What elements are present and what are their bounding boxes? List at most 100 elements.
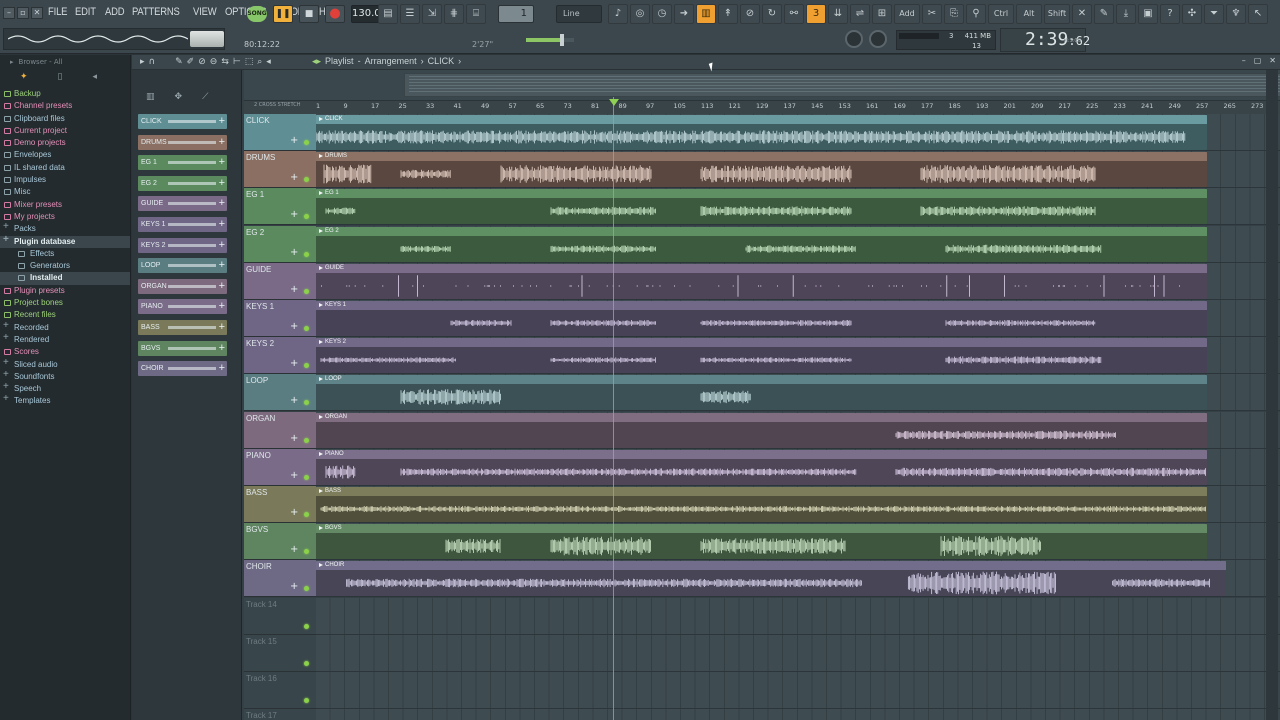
picker-add-icon[interactable]: + bbox=[219, 279, 225, 294]
tuner-icon[interactable]: ♆ bbox=[1226, 4, 1246, 24]
track-lane[interactable]: BASS bbox=[316, 486, 1280, 523]
menu-view[interactable]: VIEW bbox=[193, 6, 217, 18]
clip-title[interactable]: KEYS 2 bbox=[316, 338, 1207, 348]
wait-input-icon[interactable]: ◎ bbox=[630, 4, 650, 24]
countdown-icon[interactable]: ⊘ bbox=[740, 4, 760, 24]
playlist-arrow-icon[interactable]: ▸ bbox=[140, 57, 145, 67]
track-add-icon[interactable]: + bbox=[290, 544, 298, 555]
midi-icon[interactable]: ⇊ bbox=[828, 4, 848, 24]
track-mute-led[interactable] bbox=[304, 512, 309, 517]
alt-key-button[interactable]: Alt bbox=[1016, 4, 1042, 24]
audio-clip[interactable]: DRUMS bbox=[316, 152, 1207, 188]
breadcrumb-arrow-icon[interactable]: ◂▸ bbox=[312, 56, 321, 67]
audio-clip[interactable]: CLICK bbox=[316, 115, 1207, 150]
breadcrumb-arrangement[interactable]: Arrangement bbox=[365, 56, 417, 67]
save-icon[interactable]: ▣ bbox=[1138, 4, 1158, 24]
track-mute-led[interactable] bbox=[304, 586, 309, 592]
picker-clip-choir[interactable]: CHOIR + bbox=[138, 361, 227, 377]
track-add-icon[interactable]: + bbox=[290, 209, 298, 220]
browser-item-my-projects[interactable]: My projects bbox=[0, 211, 130, 223]
audio-clip[interactable]: LOOP bbox=[316, 375, 1207, 411]
browser-item-channel-presets[interactable]: Channel presets bbox=[0, 100, 130, 112]
browser-item-speech[interactable]: Speech bbox=[0, 381, 130, 395]
arrow-icon[interactable]: ↖ bbox=[1248, 4, 1268, 24]
picker-clip-piano[interactable]: PIANO + bbox=[138, 299, 227, 315]
browser-item-project-bones[interactable]: Project bones bbox=[0, 297, 130, 309]
track-lane[interactable]: CHOIR bbox=[316, 560, 1280, 598]
browser-item-impulses[interactable]: Impulses bbox=[0, 174, 130, 186]
picker-clip-loop[interactable]: LOOP + bbox=[138, 258, 227, 274]
picker-clip-eg-1[interactable]: EG 1 + bbox=[138, 155, 227, 171]
clipboard-icon[interactable]: ⎘ bbox=[944, 4, 964, 24]
picker-wand-icon[interactable]: ⟋ bbox=[202, 92, 208, 102]
picker-add-icon[interactable]: + bbox=[219, 217, 225, 232]
track-lane[interactable]: GUIDE bbox=[316, 262, 1280, 300]
picker-move-icon[interactable]: ✥ bbox=[175, 92, 183, 102]
browser-item-installed[interactable]: Installed bbox=[0, 272, 130, 285]
clip-title[interactable]: DRUMS bbox=[316, 152, 1207, 162]
track-lane[interactable]: CLICK bbox=[316, 114, 1280, 151]
track-mute-led[interactable] bbox=[304, 400, 309, 406]
playlist-close-icon[interactable]: ✕ bbox=[1269, 56, 1276, 65]
menu-patterns[interactable]: PATTERNS bbox=[132, 6, 180, 18]
clip-title[interactable]: EG 2 bbox=[316, 226, 1207, 236]
track-mute-led[interactable] bbox=[304, 698, 309, 703]
clip-title[interactable]: CLICK bbox=[316, 115, 1207, 124]
browser-item-sliced-audio[interactable]: Sliced audio bbox=[0, 357, 130, 371]
track-mute-led[interactable] bbox=[304, 437, 309, 443]
browser-file-icon[interactable]: ▯ bbox=[58, 72, 63, 82]
playlist-view-icon[interactable]: ▤ bbox=[378, 4, 398, 24]
browser-item-effects[interactable]: Effects bbox=[0, 248, 130, 260]
browser-item-recorded[interactable]: Recorded bbox=[0, 320, 130, 334]
browser-collapse-icon[interactable]: ◂ bbox=[93, 72, 98, 82]
browser-item-current-project[interactable]: Current project bbox=[0, 125, 130, 137]
track-mute-led[interactable] bbox=[304, 623, 309, 629]
picker-add-icon[interactable]: + bbox=[219, 135, 225, 150]
step-edit-icon[interactable]: ➜ bbox=[674, 4, 694, 24]
song-position-clock[interactable]: 2:39:62 M:S:CS bbox=[1000, 28, 1090, 52]
browser-item-clipboard-files[interactable]: Clipboard files bbox=[0, 113, 130, 125]
browser-arrow-icon[interactable]: ▸ bbox=[10, 55, 14, 69]
track-header[interactable]: EG 2 + bbox=[244, 225, 316, 263]
track-add-icon[interactable]: + bbox=[290, 433, 298, 444]
play-pause-button[interactable]: ❚❚ bbox=[273, 5, 293, 23]
browser-item-recent-files[interactable]: Recent files bbox=[0, 309, 130, 321]
funnel-icon[interactable]: ⏷ bbox=[1204, 4, 1224, 24]
clip-title[interactable]: BGVS bbox=[316, 524, 1207, 534]
mixer-view-icon[interactable]: ☰ bbox=[400, 4, 420, 24]
delete-tool-icon[interactable]: ⊘ bbox=[198, 57, 206, 67]
clip-title[interactable]: KEYS 1 bbox=[316, 301, 1207, 310]
pencil-tool-icon[interactable]: ✎ bbox=[175, 57, 183, 67]
picker-clip-keys-2[interactable]: KEYS 2 + bbox=[138, 237, 227, 253]
browser-item-plugin-presets[interactable]: Plugin presets bbox=[0, 285, 130, 297]
track-add-icon[interactable]: + bbox=[290, 135, 298, 146]
track-header[interactable]: Track 14 bbox=[244, 597, 316, 635]
track-header[interactable]: LOOP + bbox=[244, 374, 316, 412]
track-mute-led[interactable] bbox=[304, 288, 309, 294]
picker-add-icon[interactable]: + bbox=[219, 320, 225, 335]
help-icon[interactable]: ? bbox=[1160, 4, 1180, 24]
audio-clip[interactable]: BGVS bbox=[316, 524, 1207, 560]
track-lane[interactable]: BGVS bbox=[316, 523, 1280, 561]
minimize-icon[interactable]: – bbox=[3, 7, 15, 19]
menu-file[interactable]: FILE bbox=[48, 6, 67, 18]
picker-add-icon[interactable]: + bbox=[219, 196, 225, 211]
track-lane[interactable]: EG 1 bbox=[316, 188, 1280, 226]
track-lane[interactable]: DRUMS bbox=[316, 151, 1280, 189]
close-icon[interactable]: ✕ bbox=[31, 7, 43, 19]
picker-add-icon[interactable]: + bbox=[219, 361, 225, 376]
track-mute-led[interactable] bbox=[304, 177, 309, 183]
breadcrumb-playlist[interactable]: Playlist bbox=[325, 56, 354, 67]
clip-title[interactable]: EG 1 bbox=[316, 189, 1207, 199]
track-header[interactable]: CHOIR + bbox=[244, 560, 316, 598]
mute-tool-icon[interactable]: ⊖ bbox=[210, 57, 218, 67]
playback-tool-icon[interactable]: ◂ bbox=[266, 57, 271, 67]
brush-tool-icon[interactable]: ✐ bbox=[187, 57, 195, 67]
playlist-magnet-icon[interactable]: ∩ bbox=[149, 57, 156, 67]
picker-clip-bgvs[interactable]: BGVS + bbox=[138, 340, 227, 356]
track-header[interactable]: KEYS 1 + bbox=[244, 300, 316, 337]
track-add-icon[interactable]: + bbox=[290, 581, 298, 592]
track-add-icon[interactable]: + bbox=[290, 284, 298, 295]
restore-icon[interactable]: ▫ bbox=[17, 7, 29, 19]
slip-tool-icon[interactable]: ⇆ bbox=[221, 57, 229, 67]
